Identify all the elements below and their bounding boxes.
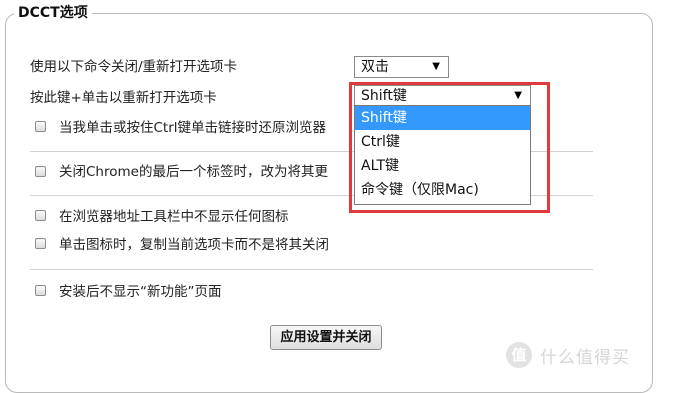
duplicate-tab-checkbox[interactable] — [35, 238, 46, 249]
close-command-value: 双击 — [361, 59, 389, 75]
dropdown-option-ctrl[interactable]: Ctrl键 — [355, 130, 530, 154]
close-command-label: 使用以下命令关闭/重新打开选项卡 — [30, 59, 238, 75]
watermark-text: 什么值得买 — [540, 347, 630, 368]
hide-whats-new-checkbox[interactable] — [35, 285, 46, 296]
watermark-logo-icon: 值 — [506, 342, 532, 368]
divider — [30, 269, 593, 270]
dropdown-option-command[interactable]: 命令键（仅限Mac) — [355, 178, 530, 202]
watermark: 值 什么值得买 — [506, 340, 630, 370]
last-tab-checkbox[interactable] — [35, 166, 46, 177]
modifier-key-value: Shift键 — [361, 88, 407, 104]
modifier-key-select[interactable]: Shift键 ▼ — [354, 85, 531, 107]
chevron-down-icon: ▼ — [514, 90, 522, 101]
dropdown-option-alt[interactable]: ALT键 — [355, 154, 530, 178]
modifier-key-dropdown-list: Shift键 Ctrl键 ALT键 命令键（仅限Mac) — [354, 105, 531, 205]
restore-browser-checkbox[interactable] — [35, 121, 46, 132]
apply-and-close-button[interactable]: 应用设置并关闭 — [270, 325, 382, 350]
close-command-select[interactable]: 双击 ▼ — [354, 56, 449, 78]
restore-browser-label: 当我单击或按住Ctrl键单击链接时还原浏览器 — [59, 120, 327, 136]
section-title: DCCT选项 — [14, 3, 92, 23]
last-tab-label: 关闭Chrome的最后一个标签时，改为将其更 — [59, 164, 328, 180]
hide-address-icons-checkbox[interactable] — [35, 210, 46, 221]
hide-address-icons-label: 在浏览器地址工具栏中不显示任何图标 — [59, 209, 289, 225]
chevron-down-icon: ▼ — [432, 61, 440, 72]
dropdown-option-shift[interactable]: Shift键 — [355, 106, 530, 130]
duplicate-tab-label: 单击图标时，复制当前选项卡而不是将其关闭 — [59, 237, 329, 253]
hide-whats-new-label: 安装后不显示“新功能”页面 — [59, 284, 222, 300]
modifier-key-label: 按此键+单击以重新打开选项卡 — [30, 90, 217, 106]
